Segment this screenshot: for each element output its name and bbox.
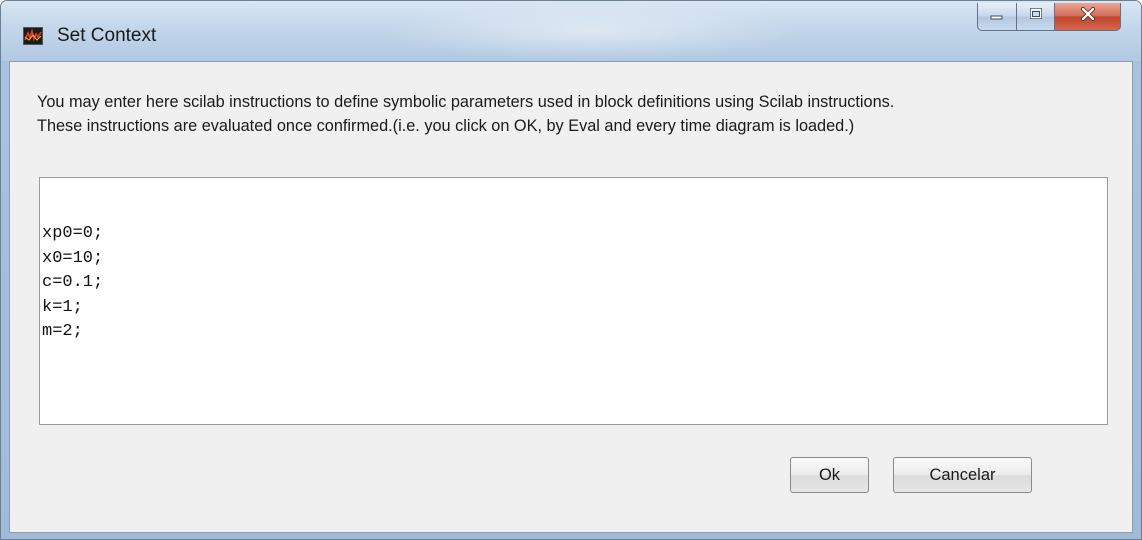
set-context-window: Set Context You may enter here scilab in… [0,0,1142,540]
code-line: x0=10; [42,248,104,268]
code-line: k=1; [42,297,83,317]
context-editor[interactable]: xp0=0; x0=10; c=0.1; k=1; m=2; [39,177,1108,425]
minimize-icon [989,8,1005,26]
window-title: Set Context [57,25,157,46]
code-line: xp0=0; [42,224,104,243]
title-bar[interactable]: Set Context [1,1,1141,61]
caption-buttons [977,3,1121,31]
maximize-button[interactable] [1017,3,1055,31]
code-line: m=2; [42,322,83,341]
maximize-icon [1028,7,1044,26]
close-button[interactable] [1055,3,1121,31]
instructions-line-1: You may enter here scilab instructions t… [37,93,895,111]
context-code: xp0=0; x0=10; c=0.1; k=1; m=2; [42,222,103,345]
minimize-button[interactable] [977,3,1017,31]
close-icon [1079,6,1097,27]
scicos-app-icon [23,27,43,45]
instructions-text: You may enter here scilab instructions t… [37,90,1127,138]
code-line: c=0.1; [42,273,104,292]
instructions-line-2: These instructions are evaluated once co… [37,117,855,135]
cancel-button[interactable]: Cancelar [893,457,1032,493]
dialog-client-area: You may enter here scilab instructions t… [9,61,1133,533]
ok-button[interactable]: Ok [790,457,869,493]
